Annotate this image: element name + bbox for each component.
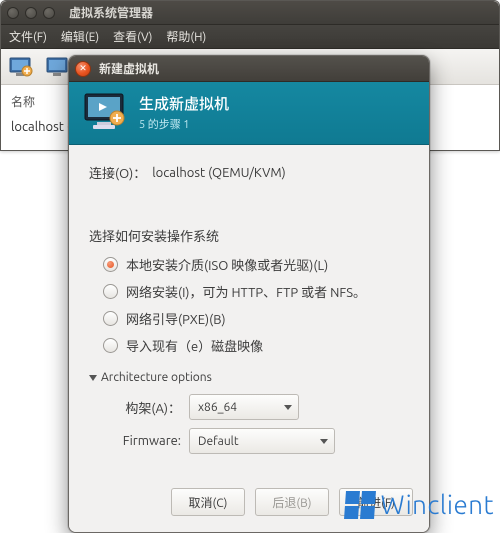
radio-label: 网络安装(I)，可为 HTTP、FTP 或者 NFS。	[126, 282, 366, 301]
dialog-body: 连接(O)： localhost (QEMU/KVM) 选择如何安装操作系统 本…	[69, 145, 429, 474]
radio-pxe[interactable]: 网络引导(PXE)(B)	[103, 309, 409, 328]
firmware-value: Default	[198, 435, 239, 448]
main-titlebar: 虚拟系统管理器	[1, 1, 499, 25]
expander-label: Architecture options	[101, 371, 212, 384]
radio-network-install[interactable]: 网络安装(I)，可为 HTTP、FTP 或者 NFS。	[103, 282, 409, 301]
dialog-heading: 生成新虚拟机	[139, 93, 229, 114]
cancel-button[interactable]: 取消(C)	[171, 488, 245, 516]
radio-local-media[interactable]: 本地安装介质(ISO 映像或者光驱)(L)	[103, 255, 409, 274]
radio-label: 网络引导(PXE)(B)	[126, 309, 226, 328]
connection-label: 连接(O)：	[89, 163, 146, 182]
chevron-down-icon	[320, 439, 328, 444]
watermark-text: Winclient	[381, 490, 494, 519]
open-vm-button[interactable]	[45, 56, 69, 78]
arch-value: x86_64	[198, 401, 237, 414]
arch-label: 构架(A)：	[103, 398, 181, 417]
minimize-icon[interactable]	[25, 7, 37, 19]
radio-label: 导入现有（e）磁盘映像	[126, 336, 263, 355]
dialog-titlebar: ✕ 新建虚拟机	[69, 56, 429, 82]
menu-help[interactable]: 帮助(H)	[166, 28, 206, 45]
chevron-down-icon	[89, 375, 97, 381]
menu-edit[interactable]: 编辑(E)	[61, 28, 99, 45]
watermark: Winclient	[345, 490, 494, 519]
monitor-icon	[83, 92, 127, 132]
windows-icon	[344, 491, 376, 519]
arch-expander[interactable]: Architecture options	[89, 371, 409, 384]
close-icon[interactable]: ✕	[75, 61, 91, 77]
install-method-group: 本地安装介质(ISO 映像或者光驱)(L) 网络安装(I)，可为 HTTP、FT…	[103, 255, 409, 355]
menubar: 文件(F) 编辑(E) 查看(V) 帮助(H)	[1, 25, 499, 49]
menu-view[interactable]: 查看(V)	[113, 28, 152, 45]
dialog-title: 新建虚拟机	[99, 60, 159, 77]
connection-value: localhost (QEMU/KVM)	[152, 166, 285, 180]
firmware-combo[interactable]: Default	[189, 428, 335, 454]
arch-combo[interactable]: x86_64	[189, 394, 299, 420]
menu-file[interactable]: 文件(F)	[9, 28, 47, 45]
maximize-icon[interactable]	[43, 7, 55, 19]
back-button: 后退(B)	[255, 488, 329, 516]
new-vm-dialog: ✕ 新建虚拟机 生成新虚拟机 5 的步骤 1 连接(O)： localhost …	[68, 55, 430, 533]
radio-icon	[103, 257, 118, 272]
main-title: 虚拟系统管理器	[69, 4, 153, 21]
chevron-down-icon	[284, 405, 292, 410]
radio-icon	[103, 338, 118, 353]
radio-icon	[103, 311, 118, 326]
radio-import-disk[interactable]: 导入现有（e）磁盘映像	[103, 336, 409, 355]
close-icon[interactable]	[7, 7, 19, 19]
dialog-step: 5 的步骤 1	[139, 116, 229, 132]
radio-icon	[103, 284, 118, 299]
new-vm-button[interactable]	[9, 56, 33, 78]
install-method-label: 选择如何安装操作系统	[89, 226, 409, 245]
dialog-header: 生成新虚拟机 5 的步骤 1	[69, 82, 429, 145]
firmware-label: Firmware:	[103, 434, 181, 448]
radio-label: 本地安装介质(ISO 映像或者光驱)(L)	[126, 255, 328, 274]
